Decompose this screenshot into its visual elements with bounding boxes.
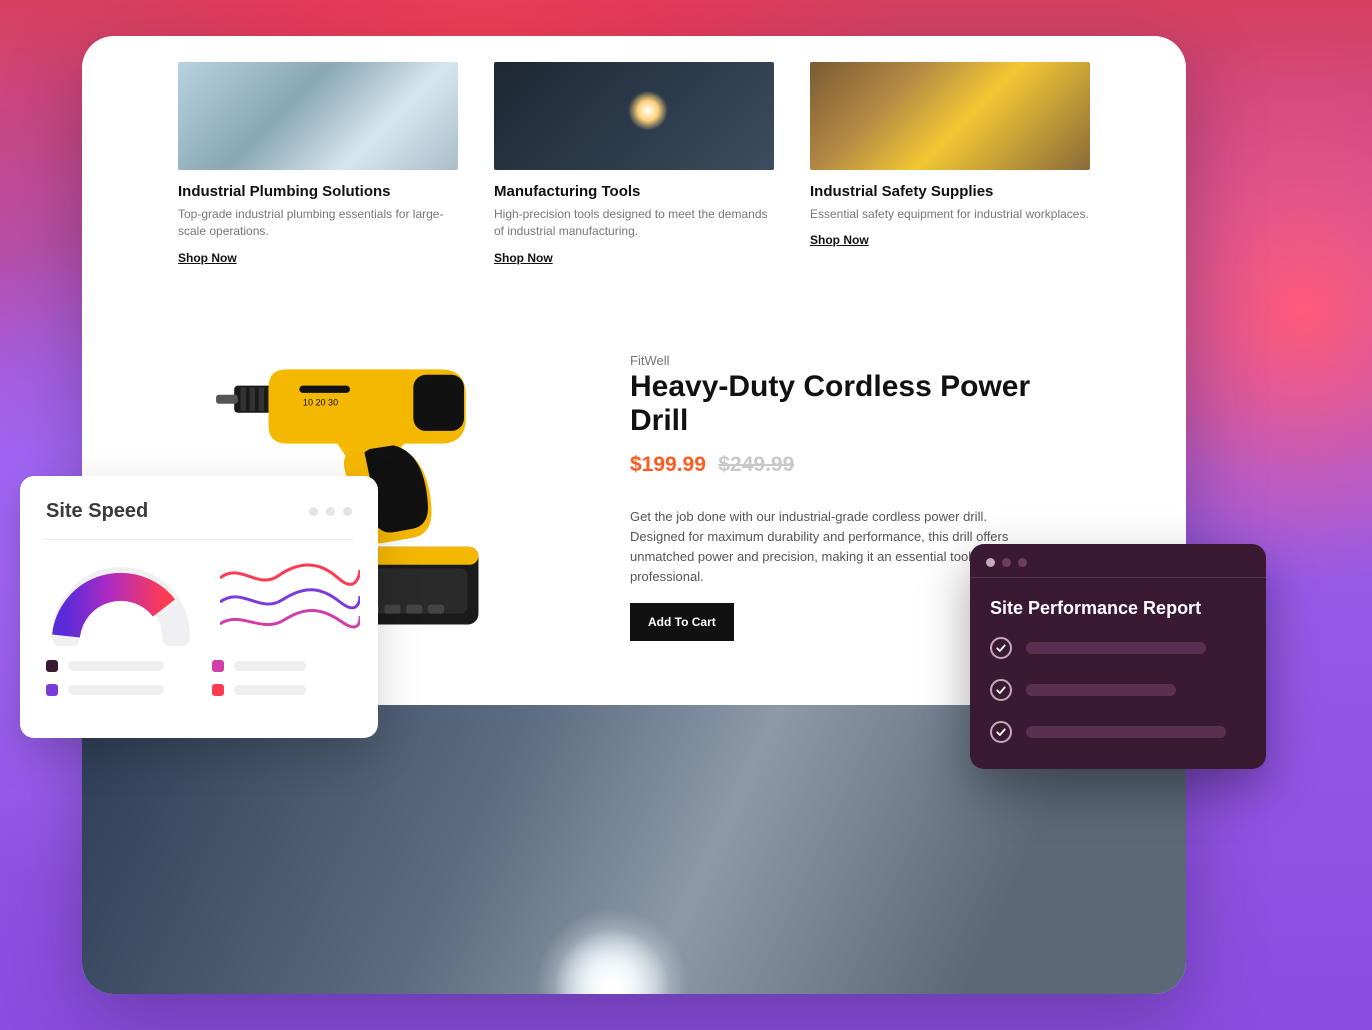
legend-bar xyxy=(68,661,164,671)
product-compare-price: $249.99 xyxy=(718,453,794,476)
shop-now-link[interactable]: Shop Now xyxy=(810,233,869,247)
category-card-safety: Industrial Safety Supplies Essential saf… xyxy=(810,62,1090,267)
progress-bar xyxy=(1026,684,1176,696)
category-description: Top-grade industrial plumbing essentials… xyxy=(178,206,458,241)
check-circle-icon xyxy=(990,721,1012,743)
category-description: High-precision tools designed to meet th… xyxy=(494,206,774,241)
progress-bar xyxy=(1026,726,1226,738)
legend-item xyxy=(212,684,306,696)
checklist-item xyxy=(990,679,1246,701)
category-card-manufacturing: Manufacturing Tools High-precision tools… xyxy=(494,62,774,267)
divider xyxy=(44,539,354,540)
legend-bar xyxy=(234,685,306,695)
gauge-chart xyxy=(46,556,196,642)
price-row: $199.99 $249.99 xyxy=(630,453,1090,477)
swatch-icon xyxy=(46,684,58,696)
legend xyxy=(46,660,352,696)
legend-item xyxy=(46,660,164,672)
legend-item xyxy=(46,684,164,696)
product-brand: FitWell xyxy=(630,353,1090,368)
svg-text:10 20 30: 10 20 30 xyxy=(303,397,338,407)
category-title: Industrial Safety Supplies xyxy=(810,183,1090,200)
sparkline-chart xyxy=(220,556,360,642)
category-description: Essential safety equipment for industria… xyxy=(810,206,1090,223)
category-row: Industrial Plumbing Solutions Top-grade … xyxy=(178,62,1090,267)
report-title: Site Performance Report xyxy=(990,598,1246,619)
checklist-item xyxy=(990,721,1246,743)
window-controls-icon xyxy=(970,544,1266,577)
swatch-icon xyxy=(212,660,224,672)
product-title: Heavy-Duty Cordless Power Drill xyxy=(630,370,1090,439)
category-title: Manufacturing Tools xyxy=(494,183,774,200)
swatch-icon xyxy=(212,684,224,696)
category-image xyxy=(178,62,458,170)
progress-bar xyxy=(1026,642,1206,654)
swatch-icon xyxy=(46,660,58,672)
category-image xyxy=(810,62,1090,170)
legend-bar xyxy=(68,685,164,695)
category-title: Industrial Plumbing Solutions xyxy=(178,183,458,200)
legend-item xyxy=(212,660,306,672)
check-circle-icon xyxy=(990,637,1012,659)
checklist xyxy=(990,637,1246,743)
category-card-plumbing: Industrial Plumbing Solutions Top-grade … xyxy=(178,62,458,267)
card-menu-dots-icon[interactable] xyxy=(309,507,352,516)
add-to-cart-button[interactable]: Add To Cart xyxy=(630,603,734,641)
product-price: $199.99 xyxy=(630,453,706,476)
site-performance-card: Site Performance Report xyxy=(970,544,1266,769)
site-speed-title: Site Speed xyxy=(46,500,148,523)
check-circle-icon xyxy=(990,679,1012,701)
category-image xyxy=(494,62,774,170)
checklist-item xyxy=(990,637,1246,659)
legend-bar xyxy=(234,661,306,671)
shop-now-link[interactable]: Shop Now xyxy=(494,251,553,265)
site-speed-card: Site Speed xyxy=(20,476,378,738)
shop-now-link[interactable]: Shop Now xyxy=(178,251,237,265)
